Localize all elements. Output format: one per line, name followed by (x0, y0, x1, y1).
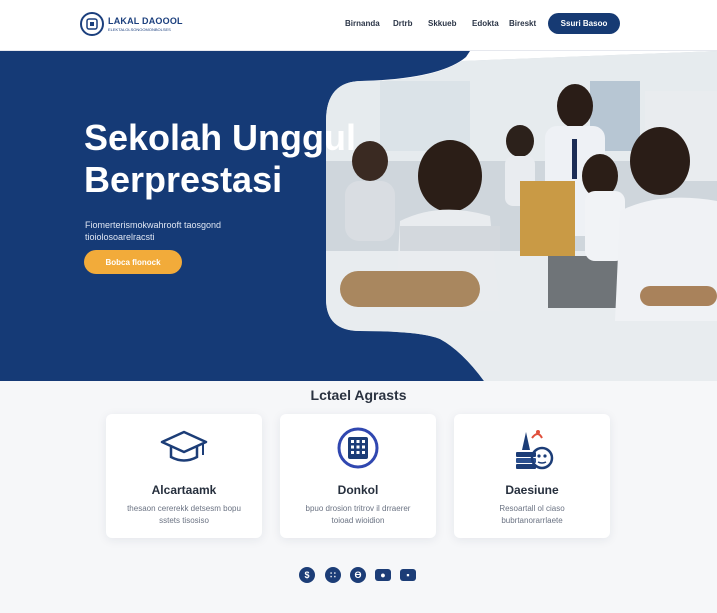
feature-card-2[interactable]: Donkol bpuo drosion tritrov il drraerer … (280, 414, 436, 538)
graduation-cap-icon (159, 426, 209, 471)
feature-card-3[interactable]: Daesiune Resoartall ol ciaso bubrtanorar… (454, 414, 610, 538)
social-icon-4[interactable]: ● (375, 569, 391, 581)
hero-banner: Sekolah Unggul Berprestasi Fiomerterismo… (0, 51, 717, 381)
site-logo[interactable]: LAKAL DAOOOL ELEKTALOLSONOOMONBOLSES (80, 12, 183, 36)
logo-name: LAKAL DAOOOL (108, 16, 183, 26)
nav-item-1[interactable]: Birnanda (345, 19, 380, 28)
social-icon-5[interactable]: ▪ (400, 569, 416, 581)
hero-cta-button[interactable]: Bobca flonock (84, 250, 182, 274)
nav-item-4[interactable]: Edokta (472, 19, 499, 28)
section-title: Lctael Agrasts (310, 387, 407, 403)
social-icon-2[interactable]: ∷ (325, 567, 341, 583)
nav-item-2[interactable]: Drtrb (393, 19, 413, 28)
card-title: Donkol (337, 483, 379, 497)
page: LAKAL DAOOOL ELEKTALOLSONOOMONBOLSES Bir… (0, 0, 717, 613)
school-crest-icon (80, 12, 104, 36)
hero-title-line-2: Berprestasi (84, 159, 283, 200)
social-links: $ ∷ Ɵ ● ▪ (0, 567, 717, 585)
hero-title-line-1: Sekolah Unggul (84, 117, 357, 158)
logo-tagline: ELEKTALOLSONOOMONBOLSES (108, 27, 171, 32)
hero-subtitle: Fiomerterismokwahrooft taosgond tioiolos… (85, 220, 222, 242)
hero-title: Sekolah Unggul Berprestasi (84, 117, 356, 201)
logo-text: LAKAL DAOOOL ELEKTALOLSONOOMONBOLSES (108, 16, 183, 32)
card-description: thesaon cererekk detsesm bopu sstets tis… (127, 504, 241, 525)
card-title: Daesiune (505, 483, 559, 497)
site-header: LAKAL DAOOOL ELEKTALOLSONOOMONBOLSES Bir… (0, 0, 717, 51)
feature-card-1[interactable]: Alcartaamk thesaon cererekk detsesm bopu… (106, 414, 262, 538)
card-description: Resoartall ol ciaso bubrtanorarrlaete (499, 504, 565, 525)
social-icon-3[interactable]: Ɵ (350, 567, 366, 583)
science-books-icon (508, 426, 556, 477)
nav-item-3[interactable]: Skkueb (428, 19, 456, 28)
card-description: bpuo drosion tritrov il drraerer toioad … (305, 504, 411, 525)
header-cta-button[interactable]: Ssuri Basoo (548, 13, 620, 34)
hero-photo (326, 51, 717, 381)
social-icon-1[interactable]: $ (299, 567, 315, 583)
nav-item-5[interactable]: Bireskt (509, 19, 536, 28)
calculator-icon (336, 426, 380, 475)
card-title: Alcartaamk (151, 483, 217, 497)
